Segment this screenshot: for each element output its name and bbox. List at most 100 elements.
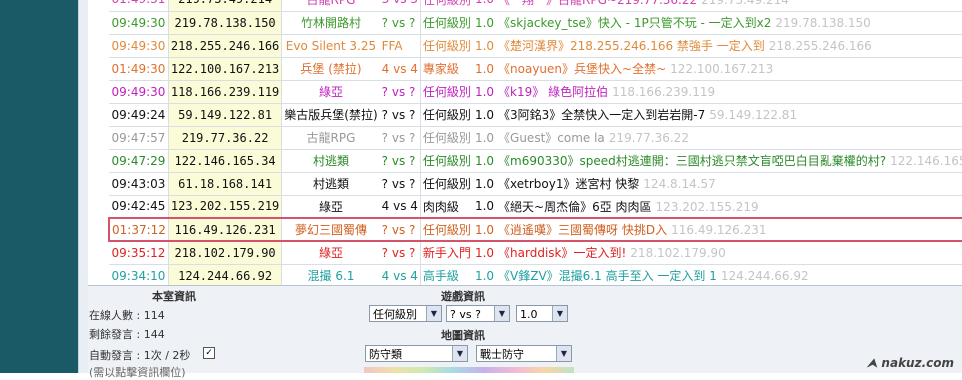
room-level: 任何級別 [419,126,473,150]
room-description-ip: 116.49.126.231 [671,223,767,237]
room-description: 《skjackey_tse》快入 - 1P只管不玩 - 一定入到x2 [498,16,772,30]
room-version: 1.0 [472,0,497,12]
room-description-cell[interactable]: 《skjackey_tse》快入 - 1P只管不玩 - 一定入到x2 219.78… [496,11,962,35]
room-level: 肉肉級 [419,195,473,219]
room-description-cell[interactable]: 《絕天~周杰倫》6亞 肉肉區 123.202.155.219 [496,195,962,219]
room-list[interactable]: 01:49:31219.73.49.214古龍RPG3 vs 3任何級別1.0《… [88,0,962,286]
room-mode: ? vs ? [379,241,421,265]
room-level: 任何級別 [419,80,473,104]
room-map: Evo Silent 3.25 [281,34,380,58]
room-description: 《noayuen》兵堡快入~全禁~ [498,62,667,76]
room-host-ip: 123.202.155.219 [167,195,283,219]
room-level: 專家級 [419,57,473,81]
room-mode: 3 vs 3 [379,0,421,12]
room-row[interactable]: 01:37:12 116.49.126.231 夢幻三國蜀傳? vs ? 任何級別 1.… [107,217,962,242]
version-select-value: 1.0 [520,308,538,321]
room-row[interactable]: 01:49:31219.73.49.214古龍RPG3 vs 3任何級別1.0《… [109,0,962,12]
room-version: 1.0 [472,217,497,242]
room-row[interactable]: 09:34:10 124.244.66.92 混撮 6.1 4 vs 4 高手級 1.0 《… [109,264,962,285]
room-version: 1.0 [472,126,497,150]
room-table: 01:49:31219.73.49.214古龍RPG3 vs 3任何級別1.0《… [107,0,962,285]
room-time: 09:43:03 [109,172,169,196]
room-row[interactable]: 09:42:45 123.202.155.219 綠亞 4 vs 4 肉肉級 1.0 《絕天… [109,195,962,219]
chevron-down-icon: ▼ [494,306,509,321]
chevron-down-icon: ▼ [426,306,441,321]
chevron-down-icon: ▼ [556,346,571,361]
room-level: 新手入門 [419,241,473,265]
room-description-ip: 123.202.155.219 [655,199,759,214]
room-mode: ? vs ? [379,149,421,173]
room-row[interactable]: 09:49:24 59.149.122.81 樂古版兵堡(禁拉)? vs ? 任何級別… [109,103,962,127]
room-row[interactable]: 09:35:12 218.102.179.90 綠亞? vs ? 新手入門 1.0 《ha… [109,241,962,265]
game-info-title: 遊戲資訊 [441,290,485,303]
room-host-ip: 59.149.122.81 [167,103,283,127]
room-host-ip: 116.49.126.231 [167,217,283,242]
map-type-select[interactable]: 防守類 ▼ [365,345,468,362]
room-description-ip: 218.102.179.90 [630,246,726,261]
room-description: 《m690330》speed村逃連開：三國村逃只禁文盲啞巴白目亂棄權的村? [498,154,887,168]
chevron-down-icon: ▼ [452,346,467,361]
room-description: 《絕天~周杰倫》6亞 肉肉區 [498,199,652,214]
room-description-cell[interactable]: 《逍遙嘆》三國蜀傳呀 快挑D入 116.49.126.231 [496,217,962,242]
map-select-value: 戰士防守 [480,348,524,361]
room-row[interactable]: 09:47:29 122.146.165.34 村逃類? vs ? 任何級別 1.0 《m… [109,149,962,173]
room-description-cell[interactable]: 《3阿銘3》全禁快入一定入到岩岩開-7 59.149.122.81 [496,103,962,127]
room-description-cell[interactable]: 《一翔一》古龍RPG~219.77.36.22 219.73.49.214 [496,0,962,12]
room-level: 任何級別 [419,149,473,173]
room-version: 1.0 [472,195,497,219]
room-row[interactable]: 09:47:57 219.77.36.22 古龍RPG? vs ? 任何級別 1.0 《G… [109,126,962,150]
room-map: 古龍RPG [281,126,380,150]
room-level: 任何級別 [419,34,473,58]
room-time: 09:49:30 [109,80,169,104]
room-row[interactable]: 01:49:30 122.100.167.213 兵堡 (禁拉) 4 vs 4 專家級 1… [109,57,962,81]
room-info-title: 本室資訊 [152,290,196,303]
room-time: 01:37:12 [107,217,169,242]
room-time: 09:47:57 [109,126,169,150]
map-select[interactable]: 戰士防守 ▼ [476,345,572,362]
room-description-ip: 118.166.239.119 [612,85,716,99]
room-mode: ? vs ? [379,11,421,35]
level-select[interactable]: 任何級別 ▼ [369,305,442,322]
room-row[interactable]: 09:49:30 219.78.138.150 竹林開路村? vs ? 任何級別 1.0… [109,11,962,35]
room-description-cell[interactable]: 《楚河漢界》218.255.246.166 禁強手 一定入到 218.255.24… [496,34,962,58]
room-mode: ? vs ? [379,217,421,242]
room-map: 綠亞 [281,241,380,265]
auto-speak-label: 自動發言 : 1次 / 2秒 [89,349,191,362]
room-time: 01:49:30 [109,57,169,81]
room-mode: ? vs ? [379,172,421,196]
cut-off-text: (需以點擊資訊欄位) [89,366,186,379]
chevron-down-icon: ▼ [552,306,567,321]
room-map: 夢幻三國蜀傳 [281,217,380,242]
room-row[interactable]: 09:49:30 218.255.246.166 Evo Silent 3.25 FF… [109,34,962,58]
room-mode: ? vs ? [379,80,421,104]
room-row[interactable]: 09:49:30 118.166.239.119 綠亞? vs ? 任何級別 1.0 《k… [109,80,962,104]
watermark-text: nakuz.com [881,356,954,370]
room-host-ip: 61.18.168.141 [167,172,283,196]
room-description-ip: 124.244.66.92 [720,269,809,283]
room-description: 《V鋒ZV》混撮6.1 高手至入 一定入到 1 [498,269,717,283]
room-description-cell[interactable]: 《V鋒ZV》混撮6.1 高手至入 一定入到 1 124.244.66.92 [496,264,962,285]
remaining-messages: 剩餘發言 : 144 [89,328,165,341]
room-version: 1.0 [472,172,497,196]
room-version: 1.0 [472,241,497,265]
room-description: 《逍遙嘆》三國蜀傳呀 快挑D入 [498,223,668,237]
room-description: 《Guest》come la [498,131,605,145]
info-panel: 本室資訊 在線人數 : 114 剩餘發言 : 144 自動發言 : 1次 / 2… [88,286,962,379]
room-description-cell[interactable]: 《Guest》come la 219.77.36.22 [496,126,962,150]
room-time: 09:49:24 [109,103,169,127]
room-description-cell[interactable]: 《k19》 綠色阿拉伯 118.166.239.119 [496,80,962,104]
version-select[interactable]: 1.0 ▼ [516,305,568,322]
room-version: 1.0 [472,57,497,81]
mode-select[interactable]: ? vs ? ▼ [446,305,510,322]
online-count: 在線人數 : 114 [89,309,165,322]
room-mode: 4 vs 4 [379,57,421,81]
room-map: 村逃類 [281,149,380,173]
room-mode: FFA [379,34,421,58]
room-host-ip: 118.166.239.119 [167,80,283,104]
room-description-cell[interactable]: 《harddisk》一定入到! 218.102.179.90 [496,241,962,265]
room-description-cell[interactable]: 《xetrboy1》迷宮村 快黎 124.8.14.57 [496,172,962,196]
room-description-cell[interactable]: 《noayuen》兵堡快入~全禁~ 122.100.167.213 [496,57,962,81]
room-row[interactable]: 09:43:03 61.18.168.141 村逃類? vs ? 任何級別 1.0 《xe… [109,172,962,196]
room-description-cell[interactable]: 《m690330》speed村逃連開：三國村逃只禁文盲啞巴白目亂棄權的村? 122… [496,149,962,173]
auto-speak-checkbox[interactable]: ✓ [203,347,215,359]
